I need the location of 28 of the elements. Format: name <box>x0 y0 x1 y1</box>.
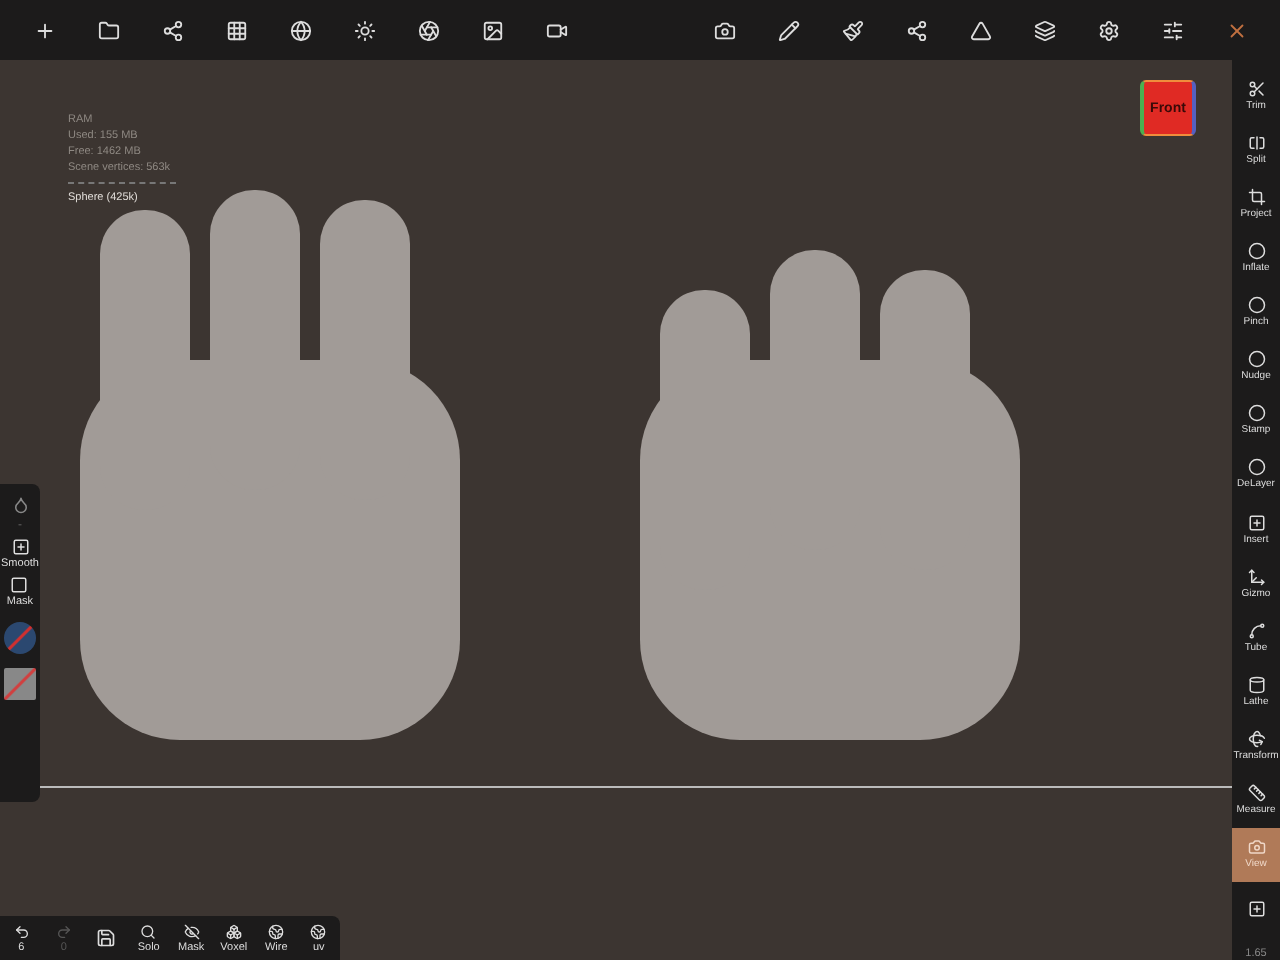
material-swatch[interactable] <box>4 622 36 654</box>
drop-icon[interactable] <box>11 496 29 514</box>
insert-icon <box>1247 513 1265 532</box>
sphere-icon <box>1247 296 1265 315</box>
sphere-icon <box>1247 350 1265 369</box>
gizmo-icon <box>1247 567 1265 586</box>
search-icon <box>140 923 157 939</box>
undo-icon <box>13 923 30 939</box>
redo-icon <box>55 923 72 939</box>
save-icon <box>96 928 117 948</box>
sphere-icon <box>310 923 327 939</box>
rotate-icon <box>1247 730 1265 749</box>
boxes-icon <box>225 923 242 939</box>
sphere-icon <box>268 923 285 939</box>
curve-icon <box>1247 621 1265 640</box>
scissors-icon <box>1247 79 1265 98</box>
sphere-icon <box>1247 458 1265 477</box>
sphere-icon <box>1247 241 1265 260</box>
mask-icon <box>10 576 29 594</box>
ruler-icon <box>1247 784 1265 803</box>
color-swatch[interactable] <box>4 668 36 700</box>
camera-icon <box>1247 838 1265 857</box>
eye-off-icon <box>183 923 200 939</box>
sphere-icon <box>1247 404 1265 423</box>
split-icon <box>1247 133 1265 152</box>
smooth-icon <box>11 538 29 556</box>
insert-icon <box>1247 899 1265 918</box>
crop-icon <box>1247 187 1265 206</box>
